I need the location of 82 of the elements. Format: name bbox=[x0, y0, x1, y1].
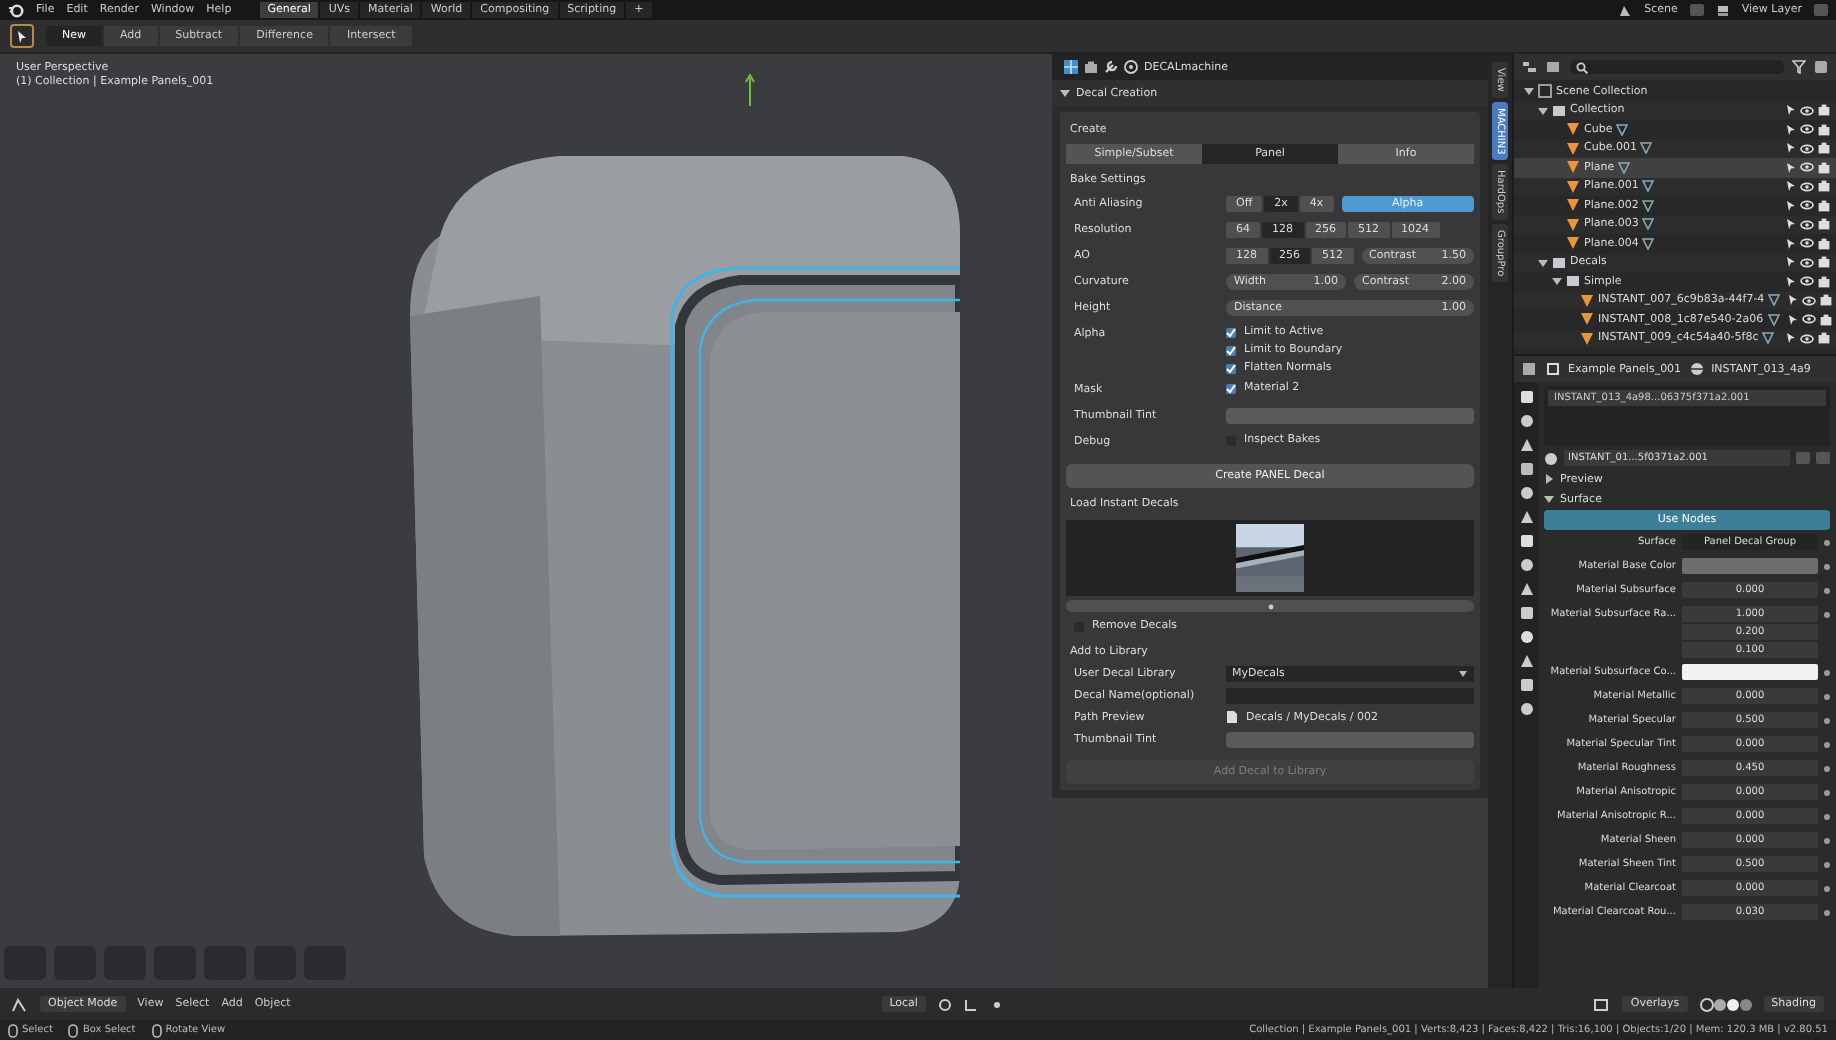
remove-material-button[interactable] bbox=[1816, 452, 1830, 464]
select-tool-button[interactable] bbox=[10, 24, 34, 48]
search-field[interactable] bbox=[1570, 60, 1784, 74]
socket-icon bbox=[1824, 862, 1830, 868]
socket-icon bbox=[1824, 718, 1830, 724]
camera-icon bbox=[1818, 275, 1830, 288]
eye-icon bbox=[1800, 105, 1814, 116]
snap-icon bbox=[963, 997, 978, 1011]
eye-icon bbox=[1800, 276, 1814, 287]
camera-icon bbox=[1818, 199, 1830, 212]
display-mode-icon bbox=[1522, 60, 1538, 74]
layers-icon bbox=[1715, 3, 1730, 17]
material-icon bbox=[1519, 630, 1533, 644]
color-swatch[interactable] bbox=[1682, 664, 1818, 680]
mouse-icon bbox=[8, 1023, 18, 1037]
file-icon bbox=[1226, 710, 1238, 724]
color-field[interactable] bbox=[1226, 408, 1474, 424]
thumbnail-scrollbar[interactable] bbox=[1066, 600, 1474, 612]
eye-icon bbox=[1800, 181, 1814, 192]
material-icon bbox=[1544, 451, 1558, 465]
eye-icon bbox=[1800, 162, 1814, 173]
shading-modes-icon bbox=[1699, 997, 1752, 1011]
color-field[interactable] bbox=[1226, 732, 1474, 748]
socket-icon bbox=[1824, 694, 1830, 700]
camera-icon bbox=[1818, 256, 1830, 269]
eye-icon bbox=[1800, 219, 1814, 230]
socket-icon bbox=[1824, 766, 1830, 772]
material-icon bbox=[1689, 362, 1704, 376]
camera-icon bbox=[1818, 142, 1830, 155]
color-swatch[interactable] bbox=[1682, 558, 1818, 574]
camera-icon bbox=[1818, 180, 1830, 193]
copy-material-button[interactable] bbox=[1796, 452, 1810, 464]
camera-icon bbox=[1818, 161, 1830, 174]
socket-icon bbox=[1824, 540, 1830, 546]
scene-field-button[interactable] bbox=[1689, 4, 1704, 16]
eye-icon bbox=[1802, 295, 1817, 306]
camera-icon bbox=[1818, 237, 1830, 250]
checkbox[interactable] bbox=[1226, 383, 1236, 393]
dropdown-arrow-icon bbox=[1458, 670, 1468, 678]
axis-gizmo-icon bbox=[744, 74, 756, 106]
camera-icon bbox=[1818, 123, 1830, 136]
checkbox[interactable] bbox=[1226, 327, 1236, 337]
socket-icon bbox=[1824, 670, 1830, 676]
socket-icon bbox=[1824, 612, 1830, 618]
eye-icon bbox=[1801, 314, 1816, 325]
mouse-icon bbox=[151, 1023, 162, 1037]
eye-icon bbox=[1800, 124, 1814, 135]
socket-icon bbox=[1824, 838, 1830, 844]
socket-icon bbox=[1824, 910, 1830, 916]
blender-logo-icon bbox=[8, 2, 24, 18]
collection-icon bbox=[1552, 103, 1566, 118]
eye-icon bbox=[1800, 257, 1814, 268]
filter-icon bbox=[1792, 60, 1806, 74]
camera-icon bbox=[1819, 313, 1832, 326]
view-layer-field-button[interactable] bbox=[1814, 4, 1828, 16]
thumbnail-panel[interactable] bbox=[1066, 520, 1474, 596]
eye-icon bbox=[1800, 200, 1814, 211]
socket-icon bbox=[1824, 790, 1830, 796]
socket-icon bbox=[1824, 742, 1830, 748]
expand-arrow-icon bbox=[1060, 88, 1070, 98]
checkbox[interactable] bbox=[1226, 345, 1236, 355]
scene-collection-icon bbox=[1538, 84, 1552, 99]
eye-icon bbox=[1800, 143, 1814, 154]
pivot-icon bbox=[937, 997, 952, 1011]
eye-icon bbox=[1800, 238, 1814, 249]
socket-icon bbox=[1824, 814, 1830, 820]
camera-icon bbox=[1818, 332, 1830, 345]
camera-icon bbox=[1084, 60, 1098, 74]
eye-icon bbox=[1800, 333, 1814, 344]
camera-icon bbox=[1818, 104, 1830, 117]
dot-icon bbox=[1267, 603, 1273, 609]
socket-icon bbox=[1824, 886, 1830, 892]
checkbox[interactable] bbox=[1226, 363, 1236, 373]
socket-icon bbox=[1824, 588, 1830, 594]
cursor-icon bbox=[16, 29, 28, 43]
camera-icon bbox=[1818, 218, 1830, 231]
grid-icon bbox=[1064, 60, 1078, 74]
mouse-icon bbox=[68, 1023, 79, 1037]
socket-icon bbox=[1824, 564, 1830, 570]
help-icon bbox=[1124, 60, 1138, 74]
camera-icon bbox=[1820, 294, 1833, 307]
search-icon bbox=[1576, 61, 1588, 73]
